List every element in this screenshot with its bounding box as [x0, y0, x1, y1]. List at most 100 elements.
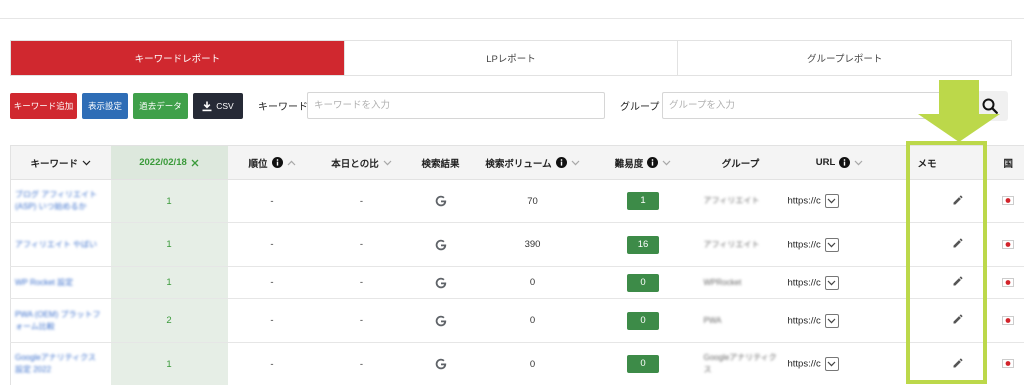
column-header-label: キーワード	[30, 158, 78, 170]
change-value: -	[359, 358, 364, 370]
column-header-url[interactable]: URL	[785, 145, 894, 180]
google-icon[interactable]	[434, 238, 448, 252]
keyword-cell: アフィリエイト やばい	[10, 222, 111, 267]
keyword-link[interactable]: アフィリエイト やばい	[15, 239, 111, 251]
chevron-down-icon[interactable]	[854, 160, 863, 166]
column-header-label: グループ	[721, 158, 760, 170]
add-keyword-button[interactable]: キーワード追加	[10, 93, 77, 119]
date-rank-cell: 1	[110, 222, 228, 267]
tab-group-report[interactable]: グループレポート	[677, 41, 1011, 75]
close-icon[interactable]	[191, 159, 199, 167]
difficulty-badge: 1	[627, 192, 659, 210]
change-cell: -	[316, 342, 407, 385]
url-dropdown[interactable]	[824, 357, 839, 371]
difficulty-badge: 0	[627, 311, 659, 330]
keyword-report-table: キーワード 2022/02/18 順位 本日との比 検索結果 検索ボリューム 難易度 グループ…	[10, 145, 1024, 385]
url-dropdown[interactable]	[824, 275, 839, 290]
url-text: https://c	[787, 195, 821, 207]
change-cell: -	[316, 222, 407, 267]
column-header-label: 順位	[248, 158, 268, 170]
url-dropdown[interactable]	[824, 237, 839, 252]
rank-value: -	[270, 239, 274, 250]
column-header-content: 本日との比	[317, 156, 407, 170]
google-icon[interactable]	[434, 314, 448, 328]
keyword-link[interactable]: Googleアナリティクス 設定 2022	[15, 352, 111, 376]
search-volume-value: 0	[529, 277, 536, 288]
past-data-button[interactable]: 過去データ	[133, 93, 188, 119]
japan-flag-icon	[1001, 239, 1014, 249]
download-icon	[202, 101, 212, 112]
url-cell: https://c	[785, 179, 894, 223]
date-rank-value: 1	[166, 358, 172, 370]
info-icon[interactable]	[647, 157, 659, 168]
rank-value: -	[270, 195, 274, 207]
column-header-change[interactable]: 本日との比	[316, 145, 407, 180]
add-keyword-label: キーワード追加	[13, 101, 74, 111]
column-header-rank[interactable]: 順位	[227, 145, 317, 180]
group-name: Googleアナリティクス	[703, 353, 777, 374]
search-volume-cell: 70	[474, 179, 591, 223]
country-cell	[988, 342, 1024, 385]
rank-cell: -	[227, 179, 317, 223]
date-rank-cell: 1	[110, 179, 228, 223]
column-header-keyword[interactable]: キーワード	[10, 145, 111, 180]
search-volume-cell: 390	[474, 222, 591, 267]
search-result-cell	[406, 222, 475, 267]
column-header-label: 難易度	[614, 158, 644, 170]
column-header-label: 検索ボリューム	[485, 158, 552, 170]
group-cell: PWA	[695, 298, 786, 343]
chevron-down-icon	[827, 318, 836, 324]
info-icon[interactable]	[555, 157, 567, 168]
top-divider	[0, 18, 1024, 19]
display-settings-label: 表示設定	[87, 101, 122, 111]
google-icon[interactable]	[434, 276, 448, 290]
rank-cell: -	[227, 222, 317, 267]
group-filter-label: グループ	[620, 102, 660, 113]
chevron-down-icon[interactable]	[82, 160, 91, 166]
date-rank-value: 2	[166, 315, 172, 326]
group-cell: アフィリエイト	[695, 179, 786, 223]
tab-lp-report[interactable]: LPレポート	[343, 41, 678, 75]
info-icon[interactable]	[271, 157, 283, 168]
group-name: WPRocket	[703, 277, 742, 287]
search-volume-cell: 0	[474, 266, 591, 299]
chevron-down-icon[interactable]	[662, 160, 671, 166]
search-volume-value: 0	[529, 315, 536, 326]
rank-cell: -	[227, 342, 317, 385]
chevron-down-icon[interactable]	[383, 160, 392, 166]
country-cell	[988, 266, 1024, 299]
csv-download-button[interactable]: CSV	[193, 93, 243, 119]
search-result-cell	[406, 266, 475, 299]
chevron-up-icon[interactable]	[287, 160, 296, 166]
display-settings-button[interactable]: 表示設定	[82, 93, 128, 119]
column-header-date[interactable]: 2022/02/18	[110, 145, 228, 180]
rank-value: -	[270, 277, 274, 288]
date-rank-cell: 2	[110, 298, 228, 343]
url-dropdown[interactable]	[824, 194, 839, 208]
group-name: アフィリエイト	[703, 239, 760, 249]
column-header-difficulty[interactable]: 難易度	[590, 145, 696, 180]
date-rank-value: 1	[166, 239, 172, 250]
keyword-link[interactable]: PWA (OEM) プラットフォーム比較	[15, 309, 111, 333]
column-header-content: 2022/02/18	[111, 157, 228, 168]
info-icon[interactable]	[839, 157, 851, 168]
keyword-link[interactable]: WP Rocket 設定	[15, 277, 111, 289]
difficulty-cell: 0	[590, 266, 696, 299]
google-icon[interactable]	[434, 194, 448, 208]
column-header-content: 検索結果	[407, 156, 475, 170]
url-dropdown[interactable]	[824, 313, 839, 328]
japan-flag-icon	[1001, 277, 1014, 287]
keyword-link[interactable]: ブログ アフィリエイト(ASP) いつ始めるか	[15, 189, 111, 213]
chevron-down-icon[interactable]	[571, 160, 580, 166]
change-value: -	[359, 315, 364, 326]
keyword-cell: WP Rocket 設定	[10, 266, 111, 299]
rank-cell: -	[227, 266, 317, 299]
google-icon[interactable]	[434, 357, 448, 371]
difficulty-badge: 16	[627, 235, 659, 254]
report-tabs: キーワードレポート LPレポート グループレポート	[10, 40, 1012, 76]
tab-keyword-report[interactable]: キーワードレポート	[11, 41, 344, 75]
column-header-volume[interactable]: 検索ボリューム	[474, 145, 591, 180]
group-cell: WPRocket	[695, 266, 786, 299]
keyword-search-input[interactable]	[307, 92, 605, 119]
column-header-group: グループ	[695, 145, 786, 180]
